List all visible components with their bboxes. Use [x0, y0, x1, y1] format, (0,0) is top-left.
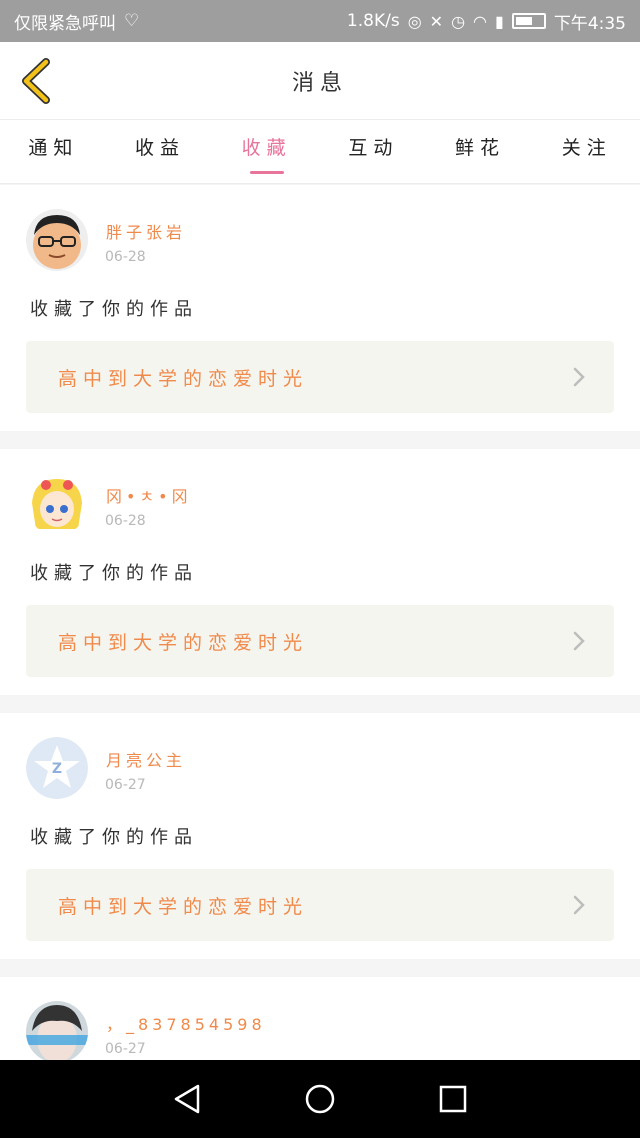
chevron-right-icon: [573, 631, 585, 651]
avatar[interactable]: [26, 209, 88, 271]
battery-icon: [511, 13, 546, 29]
chevron-right-icon: [573, 895, 585, 915]
user-name[interactable]: ，_837854598: [106, 1011, 266, 1035]
triangle-back-icon: [174, 1084, 199, 1114]
alarm-icon: ◷: [451, 11, 466, 31]
chevron-right-icon: [573, 367, 585, 387]
work-link[interactable]: 高中到大学的恋爱时光: [26, 869, 614, 941]
clock: 下午4:35: [553, 13, 626, 34]
heart-monitor-icon: ♡: [124, 11, 140, 31]
tab-favorites[interactable]: 收藏: [213, 120, 320, 184]
message-action: 收藏了你的作品: [30, 299, 198, 320]
user-name[interactable]: 胖子张岩: [106, 219, 186, 243]
message-card: 冈•ㅊ•冈 06-28 收藏了你的作品 高中到大学的恋爱时光: [0, 449, 640, 695]
message-date: 06-27: [105, 1041, 146, 1057]
message-date: 06-27: [105, 777, 146, 793]
svg-text:Z: Z: [52, 761, 62, 777]
work-title: 高中到大学的恋爱时光: [58, 895, 309, 918]
tab-following[interactable]: 关注: [533, 120, 640, 184]
title-bar: 消息: [0, 42, 640, 120]
message-card: 胖子张岩 06-28 收藏了你的作品 高中到大学的恋爱时光: [0, 185, 640, 431]
user-name[interactable]: 月亮公主: [106, 747, 186, 771]
tab-flowers[interactable]: 鲜花: [427, 120, 534, 184]
message-card: Z 月亮公主 06-27 收藏了你的作品 高中到大学的恋爱时光: [0, 713, 640, 959]
avatar[interactable]: [26, 473, 88, 535]
tab-interactions[interactable]: 互动: [320, 120, 427, 184]
message-action: 收藏了你的作品: [30, 563, 198, 584]
message-date: 06-28: [105, 249, 146, 265]
data-saver-icon: ◎: [407, 11, 422, 31]
tab-notifications[interactable]: 通知: [0, 120, 107, 184]
mute-icon: ✕: [429, 11, 444, 31]
circle-home-icon: [305, 1084, 335, 1114]
user-name[interactable]: 冈•ㅊ•冈: [106, 483, 192, 507]
work-link[interactable]: 高中到大学的恋爱时光: [26, 605, 614, 677]
tab-earnings[interactable]: 收益: [107, 120, 214, 184]
chevron-left-icon: [22, 58, 50, 104]
message-action: 收藏了你的作品: [30, 827, 198, 848]
avatar[interactable]: Z: [26, 737, 88, 799]
system-nav-bar: [0, 1060, 640, 1138]
nav-recents-button[interactable]: [433, 1079, 473, 1119]
message-list[interactable]: 胖子张岩 06-28 收藏了你的作品 高中到大学的恋爱时光 冈•ㅊ•冈 06-2…: [0, 185, 640, 1060]
nav-home-button[interactable]: [300, 1079, 340, 1119]
network-speed: 1.8K/s: [346, 11, 400, 31]
carrier-text: 仅限紧急呼叫: [14, 13, 116, 34]
status-bar: 仅限紧急呼叫 ♡ 1.8K/s ◎ ✕ ◷ ◠ ▮ 下午4:35: [0, 0, 640, 42]
tab-bar: 通知 收益 收藏 互动 鲜花 关注: [0, 120, 640, 184]
message-date: 06-28: [105, 513, 146, 529]
message-card: ，_837854598 06-27: [0, 977, 640, 1060]
wifi-icon: ◠: [473, 11, 487, 31]
nav-back-button[interactable]: [167, 1079, 207, 1119]
back-button[interactable]: [14, 56, 58, 106]
avatar[interactable]: [26, 1001, 88, 1060]
work-title: 高中到大学的恋爱时光: [58, 631, 309, 654]
signal-icon: ▮: [495, 11, 504, 31]
work-link[interactable]: 高中到大学的恋爱时光: [26, 341, 614, 413]
square-recents-icon: [440, 1085, 467, 1113]
page-title: 消息: [291, 70, 348, 96]
work-title: 高中到大学的恋爱时光: [58, 367, 309, 390]
